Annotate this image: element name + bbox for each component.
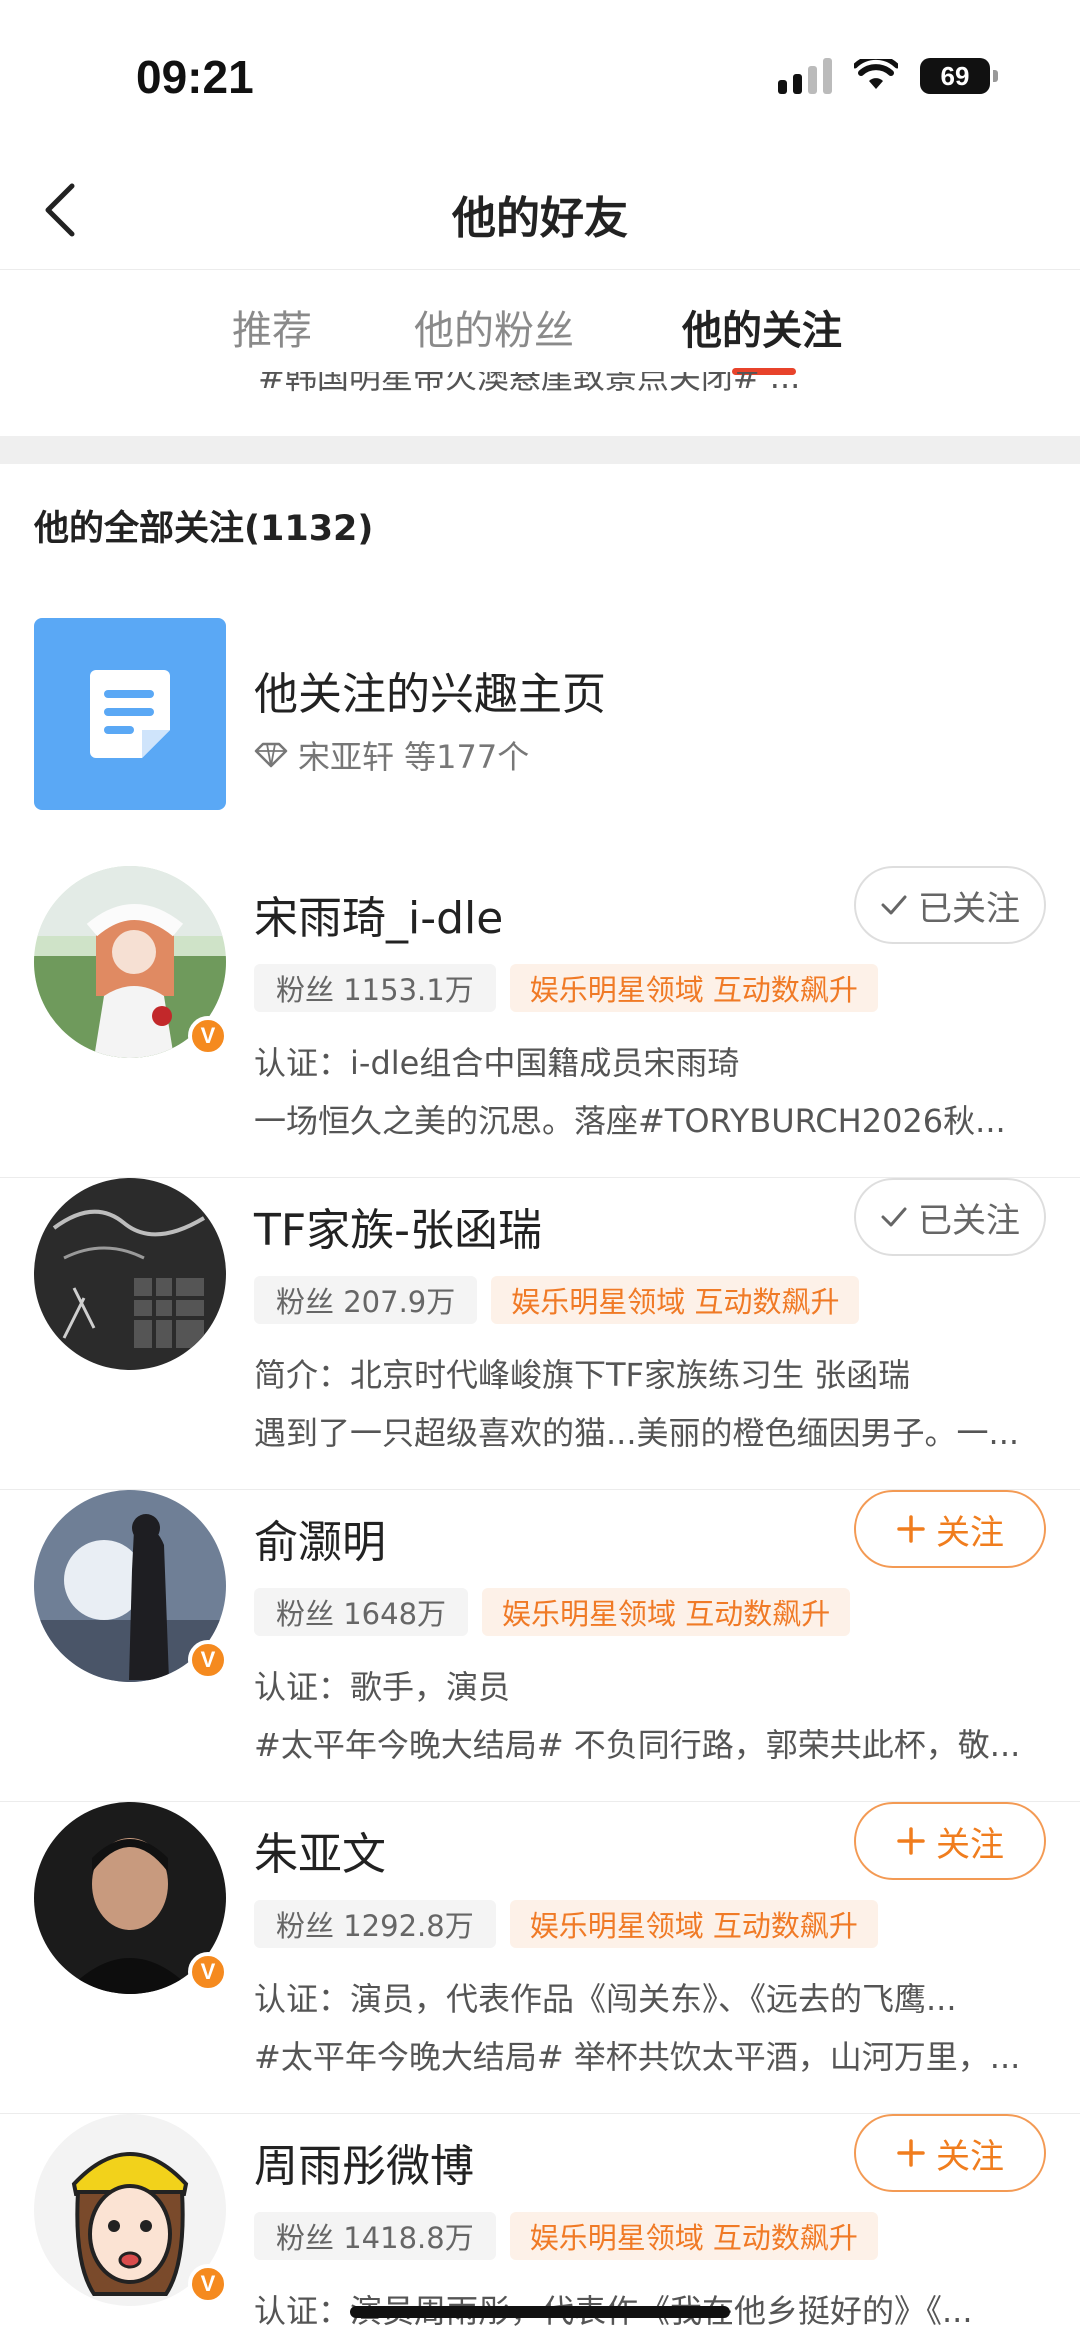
user-name[interactable]: 朱亚文 (254, 1818, 386, 1882)
user-name[interactable]: 俞灏明 (254, 1506, 386, 1570)
follow-button[interactable]: 关注 (854, 1802, 1046, 1880)
plus-icon (897, 1827, 925, 1855)
user-tags: 粉丝 1153.1万 娱乐明星领域 互动数飙升 (254, 964, 878, 1012)
user-bio: 简介：北京时代峰峻旗下TF家族练习生 张函瑞 (254, 1356, 911, 1394)
trending-tag: 娱乐明星领域 互动数飙升 (509, 964, 878, 1012)
status-icons: 69 (778, 58, 998, 94)
diamond-icon (254, 742, 288, 768)
status-bar: 09:21 69 (0, 0, 1080, 150)
user-row[interactable]: V 宋雨琦_i-dle 已关注 粉丝 1153.1万 娱乐明星领域 互动数飙升 … (0, 866, 1080, 1178)
plus-icon (897, 2139, 925, 2167)
section-divider (0, 436, 1080, 464)
user-tags: 粉丝 1648万 娱乐明星领域 互动数飙升 (254, 1588, 851, 1636)
user-latest-post: #太平年今晚大结局# 举杯共饮太平酒，山河万里，... (254, 2038, 1021, 2076)
cellular-signal-icon (778, 58, 832, 94)
fans-count: 粉丝 1292.8万 (254, 1900, 496, 1948)
user-verification: 认证：i-dle组合中国籍成员宋雨琦 (254, 1044, 740, 1082)
interest-title: 他关注的兴趣主页 (254, 669, 606, 720)
tab-his-following[interactable]: 他的关注 (682, 298, 842, 356)
user-name[interactable]: TF家族-张函瑞 (254, 1194, 542, 1258)
trending-tag: 娱乐明星领域 互动数飙升 (491, 1276, 860, 1324)
follow-button-label: 已关注 (918, 1200, 1020, 1241)
follow-button-label: 关注 (936, 2136, 1004, 2177)
trending-tag: 娱乐明星领域 互动数飙升 (509, 2212, 878, 2260)
followed-button[interactable]: 已关注 (854, 1178, 1046, 1256)
user-name[interactable]: 周雨彤微博 (254, 2130, 474, 2194)
clipped-snippet-text: #韩国明星带火澳悬崖致景点关闭# ... (258, 372, 801, 396)
user-latest-post: #太平年今晚大结局# 不负同行路，郭荣共此杯，敬... (254, 1726, 1021, 1764)
user-tags: 粉丝 1418.8万 娱乐明星领域 互动数飙升 (254, 2212, 878, 2260)
user-verification: 认证：演员，代表作品《闯关东》、《远去的飞鹰... (254, 1980, 957, 2018)
fans-count: 粉丝 1418.8万 (254, 2212, 496, 2260)
trending-tag: 娱乐明星领域 互动数飙升 (482, 1588, 851, 1636)
verified-badge-icon: V (188, 2264, 228, 2304)
fans-count: 粉丝 1648万 (254, 1588, 469, 1636)
user-row[interactable]: TF家族-张函瑞 已关注 粉丝 207.9万 娱乐明星领域 互动数飙升 简介：北… (0, 1178, 1080, 1490)
tab-his-fans[interactable]: 他的粉丝 (414, 298, 574, 356)
avatar[interactable] (34, 1178, 226, 1370)
trending-tag: 娱乐明星领域 互动数飙升 (509, 1900, 878, 1948)
clipped-feed-snippet: #韩国明星带火澳悬崖致景点关闭# ... (0, 372, 1080, 418)
page-title: 他的好友 (452, 193, 628, 244)
plus-icon (897, 1515, 925, 1543)
document-icon (90, 670, 170, 758)
home-indicator[interactable] (350, 2306, 730, 2318)
followed-button[interactable]: 已关注 (854, 866, 1046, 944)
checkmark-icon (881, 895, 907, 915)
user-tags: 粉丝 207.9万 娱乐明星领域 互动数飙升 (254, 1276, 860, 1324)
follow-button[interactable]: 关注 (854, 2114, 1046, 2192)
interest-subtitle-text: 宋亚轩 等177个 (298, 738, 530, 776)
follow-button[interactable]: 关注 (854, 1490, 1046, 1568)
battery-icon: 69 (920, 58, 998, 94)
follow-button-label: 关注 (936, 1512, 1004, 1553)
wifi-icon (854, 59, 898, 89)
fans-count: 粉丝 207.9万 (254, 1276, 478, 1324)
verified-badge-icon: V (188, 1952, 228, 1992)
user-name[interactable]: 宋雨琦_i-dle (254, 882, 503, 946)
interest-tile (34, 618, 226, 810)
verified-badge-icon: V (188, 1016, 228, 1056)
following-count-title: 他的全部关注(1132) (34, 509, 374, 549)
follow-button-label: 关注 (936, 1824, 1004, 1865)
user-row[interactable]: V 俞灏明 关注 粉丝 1648万 娱乐明星领域 互动数飙升 认证：歌手，演员 … (0, 1490, 1080, 1802)
user-latest-post: 一场恒久之美的沉思。落座#TORYBURCH2026秋... (254, 1102, 1006, 1140)
user-row[interactable]: V 朱亚文 关注 粉丝 1292.8万 娱乐明星领域 互动数飙升 认证：演员，代… (0, 1802, 1080, 2114)
follow-button-label: 已关注 (918, 888, 1020, 929)
verified-badge-icon: V (188, 1640, 228, 1680)
tab-recommend[interactable]: 推荐 (232, 298, 312, 356)
interest-subtitle: 宋亚轩 等177个 (254, 732, 529, 778)
user-verification: 认证：歌手，演员 (254, 1668, 511, 1706)
interest-pages-row[interactable]: 他关注的兴趣主页 宋亚轩 等177个 (0, 618, 1080, 814)
status-time: 09:21 (136, 51, 254, 103)
user-latest-post: 遇到了一只超级喜欢的猫...美丽的橙色缅因男子。一... (254, 1414, 1020, 1452)
tab-bar: 推荐 他的粉丝 他的关注 (0, 272, 1080, 382)
checkmark-icon (881, 1207, 907, 1227)
user-tags: 粉丝 1292.8万 娱乐明星领域 互动数飙升 (254, 1900, 878, 1948)
fans-count: 粉丝 1153.1万 (254, 964, 496, 1012)
nav-bar: 他的好友 (0, 150, 1080, 270)
